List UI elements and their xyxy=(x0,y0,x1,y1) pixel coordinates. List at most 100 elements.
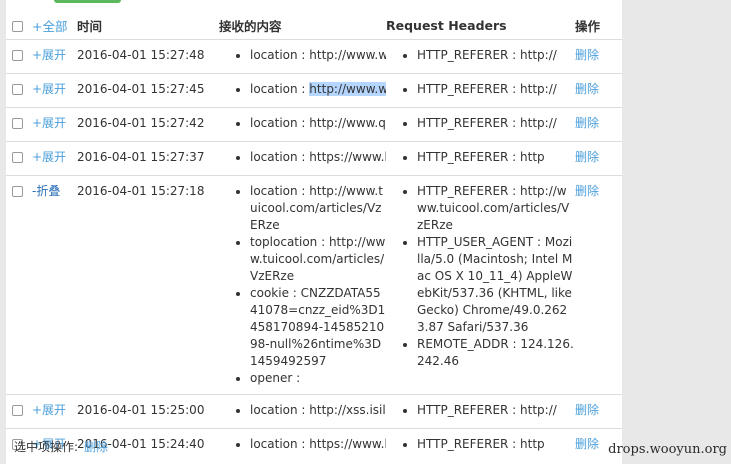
row-checkbox-cell xyxy=(6,73,32,108)
action-cell: 删除 xyxy=(575,141,622,176)
toggle-cell: +展开 xyxy=(32,141,77,176)
content-item: location : http://www.wei xyxy=(235,47,386,64)
action-cell: 删除 xyxy=(575,175,622,395)
delete-link[interactable]: 删除 xyxy=(575,116,599,130)
expand-toggle[interactable]: +展开 xyxy=(32,48,66,62)
timestamp: 2016-04-01 15:27:37 xyxy=(77,150,205,164)
headers-cell: HTTP_REFERER : http:// xyxy=(386,394,575,429)
content-item: opener : xyxy=(235,370,386,387)
expand-all-link[interactable]: +全部 xyxy=(32,11,77,40)
headers-cell: HTTP_REFERER : http:// xyxy=(386,107,575,142)
content-cell: location : http://www.wei xyxy=(219,39,386,74)
content-key: location : xyxy=(250,82,310,96)
header-item: HTTP_REFERER : http xyxy=(402,436,575,453)
action-cell: 删除 xyxy=(575,73,622,108)
toggle-cell: +展开 xyxy=(32,39,77,74)
time-cell: 2016-04-01 15:27:37 xyxy=(77,141,219,176)
toggle-cell: +展开 xyxy=(32,394,77,429)
timestamp: 2016-04-01 15:25:00 xyxy=(77,403,205,417)
time-cell: 2016-04-01 15:27:48 xyxy=(77,39,219,74)
row-checkbox-cell xyxy=(6,39,32,74)
delete-link[interactable]: 删除 xyxy=(575,184,599,198)
bulk-actions: 选中项操作: 删除 xyxy=(14,438,108,455)
expand-toggle[interactable]: +展开 xyxy=(32,403,66,417)
row-checkbox-cell xyxy=(6,394,32,429)
delete-link[interactable]: 删除 xyxy=(575,48,599,62)
timestamp: 2016-04-01 15:27:18 xyxy=(77,184,205,198)
content-cell: location : http://xss.isilic. xyxy=(219,394,386,429)
content-cell: location : https://www.ba xyxy=(219,428,386,462)
records-table: +全部 时间 接收的内容 Request Headers 操作 +展开 2016-… xyxy=(6,11,622,462)
content-item: location : http://xss.isilic. xyxy=(235,402,386,419)
row-checkbox[interactable] xyxy=(12,50,23,61)
header-item: REMOTE_ADDR : 124.126.242.46 xyxy=(402,336,575,370)
headers-cell: HTTP_REFERER : http xyxy=(386,428,575,462)
toggle-cell: +展开 xyxy=(32,73,77,108)
toolbar-button-edge[interactable] xyxy=(54,0,121,3)
content-item: location : https://www.ba xyxy=(235,436,386,453)
timestamp: 2016-04-01 15:27:45 xyxy=(77,82,205,96)
table-row: +展开 2016-04-01 15:27:37 location : https:/… xyxy=(6,141,622,176)
delete-link[interactable]: 删除 xyxy=(575,150,599,164)
content-item: location : http://www.qq. xyxy=(235,115,386,132)
headers-cell: HTTP_REFERER : http://www.tuicool.com/ar… xyxy=(386,175,575,395)
bulk-actions-label: 选中项操作: xyxy=(14,440,79,454)
header-item: HTTP_REFERER : http:// xyxy=(402,402,575,419)
select-all-checkbox[interactable] xyxy=(12,21,23,32)
row-checkbox-cell xyxy=(6,107,32,142)
table-row: +展开 2016-04-01 15:27:45 location : http://… xyxy=(6,73,622,108)
content-column-header: 接收的内容 xyxy=(219,18,282,34)
row-checkbox-cell xyxy=(6,175,32,395)
row-checkbox-cell xyxy=(6,141,32,176)
content-item: location : http://www.wo xyxy=(235,81,386,98)
records-panel: +全部 时间 接收的内容 Request Headers 操作 +展开 2016-… xyxy=(6,0,622,464)
table-row: +展开 2016-04-01 15:27:48 location : http://… xyxy=(6,39,622,74)
header-item: HTTP_REFERER : http:// xyxy=(402,115,575,132)
timestamp: 2016-04-01 15:27:42 xyxy=(77,116,205,130)
row-checkbox[interactable] xyxy=(12,405,23,416)
row-checkbox[interactable] xyxy=(12,186,23,197)
expand-toggle[interactable]: +展开 xyxy=(32,150,66,164)
actions-column-header: 操作 xyxy=(575,18,601,34)
delete-link[interactable]: 删除 xyxy=(575,403,599,417)
row-checkbox[interactable] xyxy=(12,84,23,95)
headers-cell: HTTP_REFERER : http xyxy=(386,141,575,176)
time-cell: 2016-04-01 15:25:00 xyxy=(77,394,219,429)
action-cell: 删除 xyxy=(575,394,622,429)
time-column-header: 时间 xyxy=(77,18,103,34)
content-cell: location : http://www.tuicool.com/articl… xyxy=(219,175,386,395)
content-cell: location : http://www.qq. xyxy=(219,107,386,142)
content-item: location : http://www.tuicool.com/articl… xyxy=(235,183,386,234)
bulk-delete-link[interactable]: 删除 xyxy=(84,440,108,454)
header-item: HTTP_USER_AGENT : Mozilla/5.0 (Macintosh… xyxy=(402,234,575,336)
header-item: HTTP_REFERER : http://www.tuicool.com/ar… xyxy=(402,183,575,234)
selected-text[interactable]: http://www.wo xyxy=(309,82,386,96)
table-row: +展开 2016-04-01 15:27:42 location : http://… xyxy=(6,107,622,142)
table-header-row: +全部 时间 接收的内容 Request Headers 操作 xyxy=(6,11,622,40)
content-item: toplocation : http://www.tuicool.com/art… xyxy=(235,234,386,285)
time-cell: 2016-04-01 15:27:18 xyxy=(77,175,219,395)
content-item: location : https://www.ba xyxy=(235,149,386,166)
content-cell: location : http://www.wo xyxy=(219,73,386,108)
watermark: drops.wooyun.org xyxy=(608,442,727,457)
time-cell: 2016-04-01 15:27:45 xyxy=(77,73,219,108)
headers-column-header: Request Headers xyxy=(386,17,507,33)
delete-link[interactable]: 删除 xyxy=(575,82,599,96)
row-checkbox[interactable] xyxy=(12,152,23,163)
action-cell: 删除 xyxy=(575,39,622,74)
headers-cell: HTTP_REFERER : http:// xyxy=(386,73,575,108)
header-checkbox-cell xyxy=(6,11,32,40)
table-row: +展开 2016-04-01 15:25:00 location : http://… xyxy=(6,394,622,429)
row-checkbox[interactable] xyxy=(12,118,23,129)
content-cell: location : https://www.ba xyxy=(219,141,386,176)
header-item: HTTP_REFERER : http:// xyxy=(402,81,575,98)
delete-link[interactable]: 删除 xyxy=(575,437,599,451)
expand-toggle[interactable]: +展开 xyxy=(32,116,66,130)
headers-cell: HTTP_REFERER : http:// xyxy=(386,39,575,74)
action-cell: 删除 xyxy=(575,107,622,142)
expand-toggle[interactable]: +展开 xyxy=(32,82,66,96)
timestamp: 2016-04-01 15:27:48 xyxy=(77,48,205,62)
content-item: cookie : CNZZDATA5541078=cnzz_eid%3D1458… xyxy=(235,285,386,370)
time-cell: 2016-04-01 15:27:42 xyxy=(77,107,219,142)
collapse-toggle[interactable]: -折叠 xyxy=(32,184,60,198)
